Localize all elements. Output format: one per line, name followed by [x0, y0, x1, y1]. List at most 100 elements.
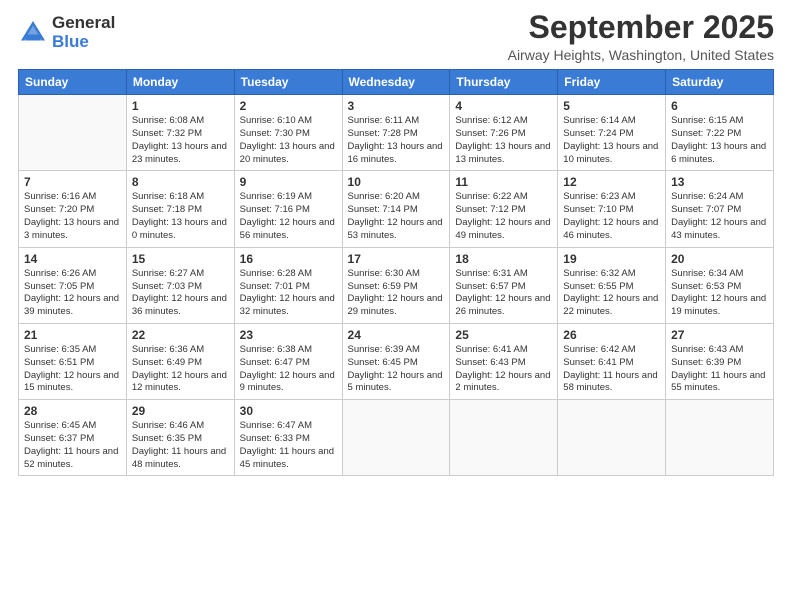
day-number: 21	[24, 328, 121, 342]
day-info: Sunrise: 6:46 AM Sunset: 6:35 PM Dayligh…	[132, 420, 229, 471]
week-row-3: 21Sunrise: 6:35 AM Sunset: 6:51 PM Dayli…	[19, 323, 774, 399]
day-number: 19	[563, 252, 660, 266]
location: Airway Heights, Washington, United State…	[508, 47, 774, 63]
day-number: 9	[240, 175, 337, 189]
calendar-cell: 13 Sunrise: 6:24 AM Sunset: 7:07 PM Dayli…	[666, 171, 774, 247]
day-number: 10	[348, 175, 445, 189]
day-number: 6	[671, 99, 768, 113]
day-number: 24	[348, 328, 445, 342]
day-number: 14	[24, 252, 121, 266]
calendar-cell	[19, 95, 127, 171]
day-number: 25	[455, 328, 552, 342]
calendar-cell: 14 Sunrise: 6:26 AM Sunset: 7:05 PM Dayli…	[19, 247, 127, 323]
calendar-cell: 24 Sunrise: 6:39 AM Sunset: 6:45 PM Dayli…	[342, 323, 450, 399]
day-number: 23	[240, 328, 337, 342]
day-info: Sunrise: 6:08 AM Sunset: 7:32 PM Dayligh…	[132, 115, 229, 166]
day-info: Sunrise: 6:22 AM Sunset: 7:12 PM Dayligh…	[455, 191, 552, 242]
calendar-cell: 26Sunrise: 6:42 AM Sunset: 6:41 PM Dayli…	[558, 323, 666, 399]
calendar-cell: 25 Sunrise: 6:41 AM Sunset: 6:43 PM Dayli…	[450, 323, 558, 399]
header-day-wednesday: Wednesday	[342, 70, 450, 95]
day-info: Sunrise: 6:10 AM Sunset: 7:30 PM Dayligh…	[240, 115, 337, 166]
header: General Blue September 2025 Airway Heigh…	[18, 10, 774, 63]
calendar-cell: 11 Sunrise: 6:22 AM Sunset: 7:12 PM Dayli…	[450, 171, 558, 247]
day-number: 18	[455, 252, 552, 266]
day-number: 28	[24, 404, 121, 418]
logo: General Blue	[18, 14, 115, 51]
day-info: Sunrise: 6:28 AM Sunset: 7:01 PM Dayligh…	[240, 268, 337, 319]
week-row-2: 14 Sunrise: 6:26 AM Sunset: 7:05 PM Dayli…	[19, 247, 774, 323]
day-info: Sunrise: 6:23 AM Sunset: 7:10 PM Dayligh…	[563, 191, 660, 242]
logo-text: General Blue	[52, 14, 115, 51]
calendar-cell: 16Sunrise: 6:28 AM Sunset: 7:01 PM Dayli…	[234, 247, 342, 323]
day-info: Sunrise: 6:15 AM Sunset: 7:22 PM Dayligh…	[671, 115, 768, 166]
day-number: 8	[132, 175, 229, 189]
week-row-1: 7Sunrise: 6:16 AM Sunset: 7:20 PM Daylig…	[19, 171, 774, 247]
week-row-0: 1 Sunrise: 6:08 AM Sunset: 7:32 PM Daylig…	[19, 95, 774, 171]
calendar-cell: 7Sunrise: 6:16 AM Sunset: 7:20 PM Daylig…	[19, 171, 127, 247]
day-info: Sunrise: 6:30 AM Sunset: 6:59 PM Dayligh…	[348, 268, 445, 319]
calendar-cell: 4 Sunrise: 6:12 AM Sunset: 7:26 PM Daylig…	[450, 95, 558, 171]
day-info: Sunrise: 6:34 AM Sunset: 6:53 PM Dayligh…	[671, 268, 768, 319]
day-number: 13	[671, 175, 768, 189]
calendar-table: SundayMondayTuesdayWednesdayThursdayFrid…	[18, 69, 774, 476]
calendar-cell: 15 Sunrise: 6:27 AM Sunset: 7:03 PM Dayli…	[126, 247, 234, 323]
day-info: Sunrise: 6:26 AM Sunset: 7:05 PM Dayligh…	[24, 268, 121, 319]
calendar-cell: 28 Sunrise: 6:45 AM Sunset: 6:37 PM Dayli…	[19, 400, 127, 476]
logo-blue: Blue	[52, 33, 115, 52]
day-info: Sunrise: 6:41 AM Sunset: 6:43 PM Dayligh…	[455, 344, 552, 395]
day-info: Sunrise: 6:45 AM Sunset: 6:37 PM Dayligh…	[24, 420, 121, 471]
day-info: Sunrise: 6:47 AM Sunset: 6:33 PM Dayligh…	[240, 420, 337, 471]
day-info: Sunrise: 6:24 AM Sunset: 7:07 PM Dayligh…	[671, 191, 768, 242]
calendar-cell: 22 Sunrise: 6:36 AM Sunset: 6:49 PM Dayli…	[126, 323, 234, 399]
calendar-cell: 20 Sunrise: 6:34 AM Sunset: 6:53 PM Dayli…	[666, 247, 774, 323]
day-info: Sunrise: 6:14 AM Sunset: 7:24 PM Dayligh…	[563, 115, 660, 166]
month-title: September 2025	[508, 10, 774, 45]
day-info: Sunrise: 6:31 AM Sunset: 6:57 PM Dayligh…	[455, 268, 552, 319]
calendar-cell: 30Sunrise: 6:47 AM Sunset: 6:33 PM Dayli…	[234, 400, 342, 476]
calendar-cell: 12Sunrise: 6:23 AM Sunset: 7:10 PM Dayli…	[558, 171, 666, 247]
day-info: Sunrise: 6:32 AM Sunset: 6:55 PM Dayligh…	[563, 268, 660, 319]
day-info: Sunrise: 6:19 AM Sunset: 7:16 PM Dayligh…	[240, 191, 337, 242]
calendar-cell: 29 Sunrise: 6:46 AM Sunset: 6:35 PM Dayli…	[126, 400, 234, 476]
header-row: SundayMondayTuesdayWednesdayThursdayFrid…	[19, 70, 774, 95]
day-number: 1	[132, 99, 229, 113]
day-info: Sunrise: 6:18 AM Sunset: 7:18 PM Dayligh…	[132, 191, 229, 242]
day-number: 20	[671, 252, 768, 266]
day-info: Sunrise: 6:12 AM Sunset: 7:26 PM Dayligh…	[455, 115, 552, 166]
calendar-body: 1 Sunrise: 6:08 AM Sunset: 7:32 PM Daylig…	[19, 95, 774, 476]
day-info: Sunrise: 6:43 AM Sunset: 6:39 PM Dayligh…	[671, 344, 768, 395]
header-day-friday: Friday	[558, 70, 666, 95]
calendar-cell: 5 Sunrise: 6:14 AM Sunset: 7:24 PM Daylig…	[558, 95, 666, 171]
logo-general: General	[52, 14, 115, 33]
calendar-cell: 10Sunrise: 6:20 AM Sunset: 7:14 PM Dayli…	[342, 171, 450, 247]
day-number: 5	[563, 99, 660, 113]
day-number: 2	[240, 99, 337, 113]
calendar-cell: 9 Sunrise: 6:19 AM Sunset: 7:16 PM Daylig…	[234, 171, 342, 247]
calendar-cell: 3Sunrise: 6:11 AM Sunset: 7:28 PM Daylig…	[342, 95, 450, 171]
day-info: Sunrise: 6:36 AM Sunset: 6:49 PM Dayligh…	[132, 344, 229, 395]
day-info: Sunrise: 6:27 AM Sunset: 7:03 PM Dayligh…	[132, 268, 229, 319]
day-number: 17	[348, 252, 445, 266]
header-day-tuesday: Tuesday	[234, 70, 342, 95]
day-number: 4	[455, 99, 552, 113]
header-day-thursday: Thursday	[450, 70, 558, 95]
day-info: Sunrise: 6:39 AM Sunset: 6:45 PM Dayligh…	[348, 344, 445, 395]
day-number: 11	[455, 175, 552, 189]
calendar-cell: 6 Sunrise: 6:15 AM Sunset: 7:22 PM Daylig…	[666, 95, 774, 171]
calendar-cell	[666, 400, 774, 476]
day-number: 15	[132, 252, 229, 266]
calendar-cell: 21Sunrise: 6:35 AM Sunset: 6:51 PM Dayli…	[19, 323, 127, 399]
calendar-cell: 27 Sunrise: 6:43 AM Sunset: 6:39 PM Dayli…	[666, 323, 774, 399]
day-info: Sunrise: 6:38 AM Sunset: 6:47 PM Dayligh…	[240, 344, 337, 395]
week-row-4: 28 Sunrise: 6:45 AM Sunset: 6:37 PM Dayli…	[19, 400, 774, 476]
day-info: Sunrise: 6:11 AM Sunset: 7:28 PM Dayligh…	[348, 115, 445, 166]
page: General Blue September 2025 Airway Heigh…	[0, 0, 792, 612]
header-day-sunday: Sunday	[19, 70, 127, 95]
logo-icon	[18, 18, 48, 48]
calendar-cell: 2 Sunrise: 6:10 AM Sunset: 7:30 PM Daylig…	[234, 95, 342, 171]
day-number: 29	[132, 404, 229, 418]
day-number: 7	[24, 175, 121, 189]
day-number: 22	[132, 328, 229, 342]
header-day-saturday: Saturday	[666, 70, 774, 95]
day-number: 27	[671, 328, 768, 342]
